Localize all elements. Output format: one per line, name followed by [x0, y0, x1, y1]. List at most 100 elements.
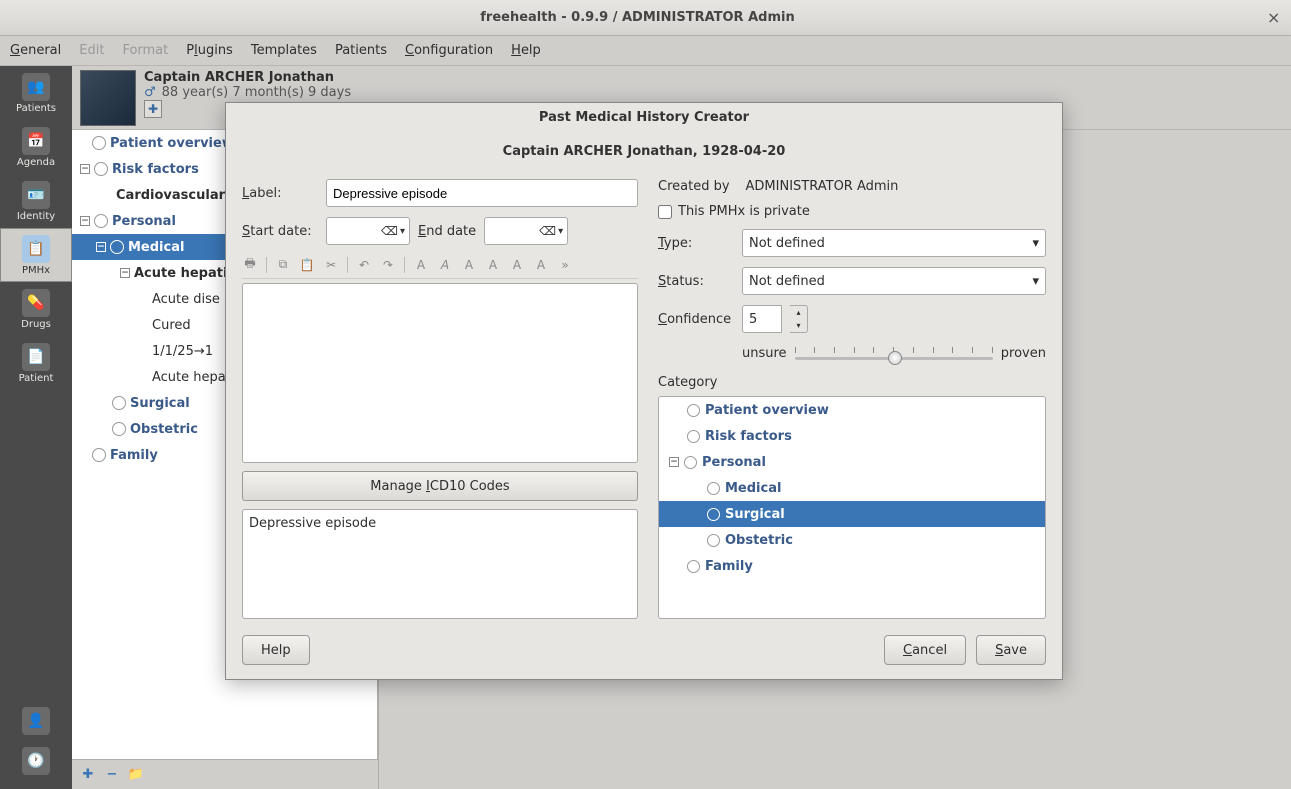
rail-agenda[interactable]: 📅Agenda	[0, 120, 72, 174]
collapse-icon[interactable]: −	[120, 268, 130, 278]
font-style-icon[interactable]: A	[533, 257, 549, 273]
font-italic-icon[interactable]: A	[437, 257, 453, 273]
menu-general[interactable]: General	[10, 43, 61, 58]
folder-icon[interactable]: 📁	[128, 767, 144, 783]
save-button[interactable]: Save	[976, 635, 1046, 665]
menu-templates[interactable]: Templates	[251, 43, 317, 58]
medical-icon	[110, 240, 124, 254]
menu-plugins[interactable]: Plugins	[186, 43, 233, 58]
menu-format: Format	[122, 43, 168, 58]
personal-icon	[684, 456, 697, 469]
end-date-label: End date	[418, 224, 476, 239]
chevron-down-icon: ▾	[1032, 274, 1039, 289]
menu-configuration[interactable]: Configuration	[405, 43, 493, 58]
cat-family[interactable]: Family	[659, 553, 1045, 579]
rail-users[interactable]: 👤	[0, 701, 72, 741]
collapse-icon[interactable]: −	[80, 216, 90, 226]
cat-risk[interactable]: Risk factors	[659, 423, 1045, 449]
cat-obstetric[interactable]: Obstetric	[659, 527, 1045, 553]
rail-patient[interactable]: 📄Patient	[0, 336, 72, 390]
rail-clock[interactable]: 🕐	[0, 741, 72, 781]
cut-icon[interactable]: ✂	[323, 257, 339, 273]
cat-personal[interactable]: −Personal	[659, 449, 1045, 475]
agenda-icon: 📅	[22, 127, 50, 155]
type-label: Type:	[658, 236, 734, 251]
type-select[interactable]: Not defined▾	[742, 229, 1046, 257]
obstetric-icon	[112, 422, 126, 436]
paste-icon[interactable]: 📋	[299, 257, 315, 273]
start-date-label: Start date:	[242, 224, 318, 239]
slider-unsure-label: unsure	[742, 346, 787, 361]
confidence-slider[interactable]	[795, 343, 993, 363]
spin-down-icon[interactable]: ▾	[790, 319, 807, 332]
rail-pmhx-label: PMHx	[22, 265, 50, 276]
left-rail: 👥Patients 📅Agenda 🪪Identity 📋PMHx 💊 Drugs…	[0, 66, 72, 789]
rail-drugs-label: Drugs	[21, 319, 51, 330]
clock-icon: 🕐	[22, 747, 50, 775]
window-titlebar: freehealth - 0.9.9 / ADMINISTRATOR Admin…	[0, 0, 1291, 36]
slider-thumb[interactable]	[888, 351, 902, 365]
clear-icon[interactable]: ⌫	[381, 224, 398, 238]
drugs-icon: 💊	[22, 289, 50, 317]
family-icon	[687, 560, 700, 573]
overview-icon	[687, 404, 700, 417]
rail-patient-label: Patient	[19, 373, 54, 384]
overview-icon	[92, 136, 106, 150]
chevron-down-icon[interactable]: ▾	[558, 226, 563, 237]
close-icon[interactable]: ×	[1267, 10, 1283, 26]
confidence-input[interactable]: 5	[742, 305, 782, 333]
risk-icon	[687, 430, 700, 443]
font-bigger-icon[interactable]: A	[461, 257, 477, 273]
end-date-input[interactable]: ⌫▾	[484, 217, 568, 245]
window-title: freehealth - 0.9.9 / ADMINISTRATOR Admin	[8, 10, 1267, 25]
rail-patients[interactable]: 👥Patients	[0, 66, 72, 120]
gender-icon: ♂	[144, 85, 156, 100]
risk-icon	[94, 162, 108, 176]
avatar	[80, 70, 136, 126]
menubar: General Edit Format Plugins Templates Pa…	[0, 36, 1291, 66]
rail-pmhx[interactable]: 📋PMHx	[0, 228, 72, 282]
collapse-icon[interactable]: −	[80, 164, 90, 174]
icd-listbox[interactable]: Depressive episode	[242, 509, 638, 619]
print-icon[interactable]: 🖶	[242, 257, 258, 273]
add-icon[interactable]: ✚	[80, 767, 96, 783]
clear-icon[interactable]: ⌫	[539, 224, 556, 238]
dialog-subtitle: Captain ARCHER Jonathan, 1928-04-20	[226, 131, 1062, 171]
label-input[interactable]	[326, 179, 638, 207]
slider-proven-label: proven	[1001, 346, 1046, 361]
status-select[interactable]: Not defined▾	[742, 267, 1046, 295]
cat-medical[interactable]: Medical	[659, 475, 1045, 501]
undo-icon[interactable]: ↶	[356, 257, 372, 273]
rail-drugs[interactable]: 💊 Drugs	[0, 282, 72, 336]
collapse-icon[interactable]: −	[669, 457, 679, 467]
redo-icon[interactable]: ↷	[380, 257, 396, 273]
chevron-down-icon[interactable]: ▾	[400, 226, 405, 237]
menu-patients[interactable]: Patients	[335, 43, 387, 58]
notes-textarea[interactable]	[242, 283, 638, 463]
tree-toolbar: ✚ − 📁	[72, 759, 378, 789]
cat-overview[interactable]: Patient overview	[659, 397, 1045, 423]
font-icon[interactable]: A	[413, 257, 429, 273]
menu-help[interactable]: Help	[511, 43, 541, 58]
cancel-button[interactable]: Cancel	[884, 635, 966, 665]
surgical-icon	[112, 396, 126, 410]
add-button[interactable]: ✚	[144, 100, 162, 118]
manage-icd-button[interactable]: Manage ICD10 Codes	[242, 471, 638, 501]
remove-icon[interactable]: −	[104, 767, 120, 783]
private-checkbox[interactable]	[658, 205, 672, 219]
copy-icon[interactable]: ⧉	[275, 257, 291, 273]
rail-identity[interactable]: 🪪Identity	[0, 174, 72, 228]
spin-up-icon[interactable]: ▴	[790, 306, 807, 319]
medical-icon	[707, 482, 720, 495]
created-by-label: Created by	[658, 179, 730, 194]
font-smaller-icon[interactable]: A	[485, 257, 501, 273]
list-item[interactable]: Depressive episode	[249, 516, 376, 531]
start-date-input[interactable]: ⌫▾	[326, 217, 410, 245]
cat-surgical[interactable]: Surgical	[659, 501, 1045, 527]
font-color-icon[interactable]: A	[509, 257, 525, 273]
help-button[interactable]: Help	[242, 635, 310, 665]
personal-icon	[94, 214, 108, 228]
collapse-icon[interactable]: −	[96, 242, 106, 252]
more-icon[interactable]: »	[557, 257, 573, 273]
category-tree: Patient overview Risk factors −Personal …	[658, 396, 1046, 619]
